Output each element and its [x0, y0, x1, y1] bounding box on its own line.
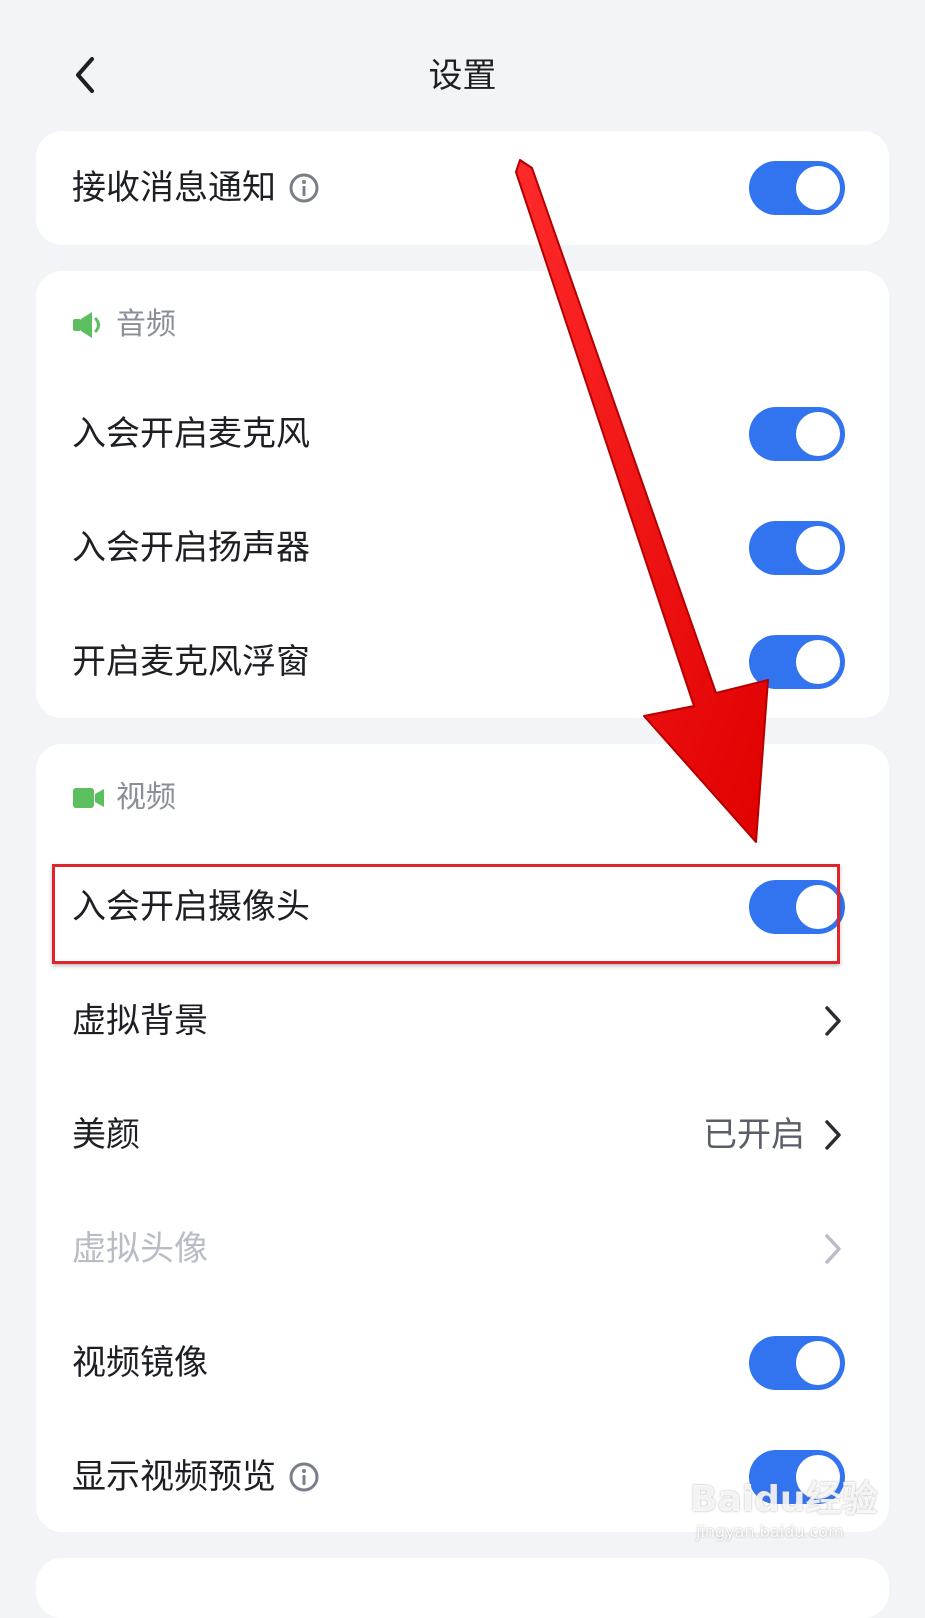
virtual-background-row[interactable]: 虚拟背景	[36, 964, 889, 1078]
notification-row: 接收消息通知	[36, 131, 889, 245]
next-card-partial	[36, 1558, 889, 1618]
virtual-avatar-label: 虚拟头像	[72, 1229, 208, 1269]
video-preview-toggle[interactable]	[749, 1450, 845, 1504]
video-preview-label-wrap: 显示视频预览	[72, 1455, 320, 1499]
video-card: 视频 入会开启摄像头 虚拟背景 美颜 已开启 虚拟头像 视频镜像 显示视频预览	[36, 744, 889, 1532]
video-mirror-row: 视频镜像	[36, 1306, 889, 1420]
video-mirror-toggle[interactable]	[749, 1336, 845, 1390]
toggle-knob	[796, 526, 840, 570]
virtual-avatar-row[interactable]: 虚拟头像	[36, 1192, 889, 1306]
toggle-knob	[796, 640, 840, 684]
notification-label-wrap: 接收消息通知	[72, 166, 320, 210]
notification-toggle[interactable]	[749, 161, 845, 215]
camera-on-join-label: 入会开启摄像头	[72, 887, 310, 927]
audio-section-header: 音频	[72, 305, 176, 345]
speaker-icon	[72, 310, 106, 340]
mic-float-window-toggle[interactable]	[749, 635, 845, 689]
speaker-on-join-toggle[interactable]	[749, 521, 845, 575]
chevron-right-icon	[821, 1231, 845, 1267]
mic-on-join-row: 入会开启麦克风	[36, 377, 889, 491]
toggle-knob	[796, 412, 840, 456]
mic-float-window-row: 开启麦克风浮窗	[36, 605, 889, 719]
mic-float-window-label: 开启麦克风浮窗	[72, 642, 310, 682]
camera-on-join-toggle[interactable]	[749, 880, 845, 934]
beauty-status: 已开启	[703, 1115, 805, 1155]
virtual-background-label: 虚拟背景	[72, 1001, 208, 1041]
info-icon[interactable]	[288, 172, 320, 204]
beauty-row[interactable]: 美颜 已开启	[36, 1078, 889, 1192]
speaker-on-join-label: 入会开启扬声器	[72, 528, 310, 568]
mic-on-join-label: 入会开启麦克风	[72, 414, 310, 454]
toggle-knob	[796, 1341, 840, 1385]
info-icon[interactable]	[288, 1461, 320, 1493]
video-camera-icon	[72, 783, 106, 813]
page-title: 设置	[428, 56, 497, 96]
mic-on-join-toggle[interactable]	[749, 407, 845, 461]
chevron-right-icon	[821, 1117, 845, 1153]
chevron-right-icon	[821, 1003, 845, 1039]
video-mirror-label: 视频镜像	[72, 1343, 208, 1383]
audio-card: 音频 入会开启麦克风 入会开启扬声器 开启麦克风浮窗	[36, 271, 889, 718]
toggle-knob	[796, 885, 840, 929]
beauty-label: 美颜	[72, 1115, 140, 1155]
audio-section-title: 音频	[116, 307, 176, 342]
toggle-knob	[796, 166, 840, 210]
speaker-on-join-row: 入会开启扬声器	[36, 491, 889, 605]
video-section-header: 视频	[72, 778, 176, 818]
video-section-title: 视频	[116, 780, 176, 815]
toggle-knob	[796, 1455, 840, 1499]
video-preview-label: 显示视频预览	[72, 1457, 276, 1497]
notification-label: 接收消息通知	[72, 168, 276, 208]
video-preview-row: 显示视频预览	[36, 1420, 889, 1534]
camera-on-join-row: 入会开启摄像头	[36, 850, 889, 964]
notification-card: 接收消息通知	[36, 131, 889, 245]
app-header: 设置	[0, 0, 925, 130]
